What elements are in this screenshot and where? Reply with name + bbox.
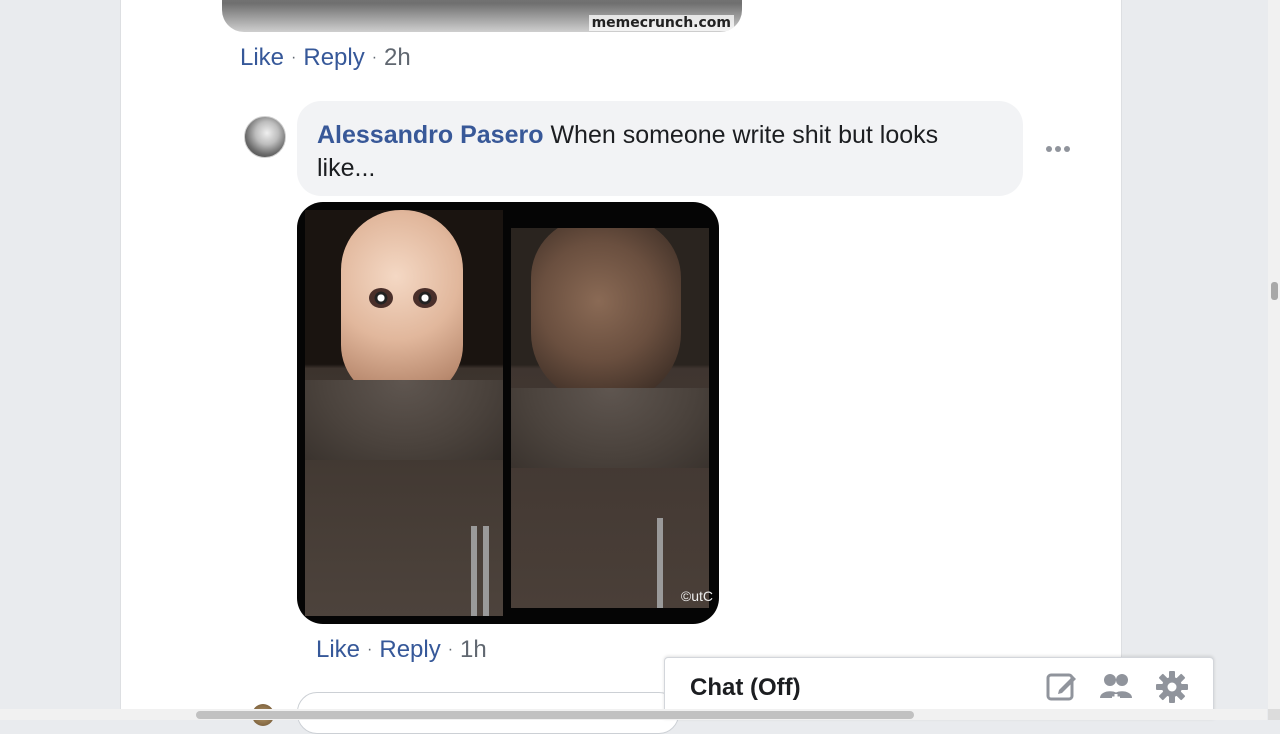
- like-link[interactable]: Like: [316, 636, 360, 664]
- horizontal-scrollbar-thumb[interactable]: [196, 711, 914, 719]
- avatar[interactable]: [244, 116, 286, 158]
- more-options-icon[interactable]: [1046, 140, 1074, 158]
- comment-author-link[interactable]: Alessandro Pasero: [317, 121, 544, 149]
- comment-image[interactable]: ©utC: [297, 202, 719, 624]
- smiling-face-illustration: [531, 228, 681, 403]
- friends-icon[interactable]: [1099, 670, 1133, 704]
- image-panel-right: [511, 228, 709, 608]
- reply-link[interactable]: Reply: [379, 636, 440, 664]
- comment-actions: Like · Reply · 1h: [316, 636, 487, 664]
- settings-gear-icon[interactable]: [1155, 670, 1189, 704]
- image-watermark: memecrunch.com: [588, 15, 734, 31]
- image-watermark: ©utC: [680, 588, 713, 604]
- reply-link[interactable]: Reply: [303, 44, 364, 72]
- like-link[interactable]: Like: [240, 44, 284, 72]
- separator: ·: [447, 641, 454, 658]
- comment-timestamp[interactable]: 2h: [384, 44, 411, 72]
- scrollbar-corner: [1268, 709, 1280, 720]
- vertical-scrollbar[interactable]: [1268, 0, 1280, 709]
- previous-comment-image[interactable]: memecrunch.com: [222, 0, 742, 32]
- compose-icon[interactable]: [1045, 670, 1079, 704]
- vertical-scrollbar-thumb[interactable]: [1271, 282, 1278, 300]
- comment-bubble: Alessandro Pasero When someone write shi…: [297, 101, 1023, 196]
- separator: ·: [291, 49, 297, 66]
- bald-face-illustration: [341, 210, 463, 400]
- chat-status-label[interactable]: Chat (Off): [690, 674, 801, 702]
- separator: ·: [371, 49, 378, 66]
- previous-comment-actions: Like · Reply · 2h: [240, 44, 411, 72]
- comment-timestamp[interactable]: 1h: [460, 636, 487, 664]
- separator: ·: [367, 641, 373, 658]
- image-panel-left: [305, 210, 503, 616]
